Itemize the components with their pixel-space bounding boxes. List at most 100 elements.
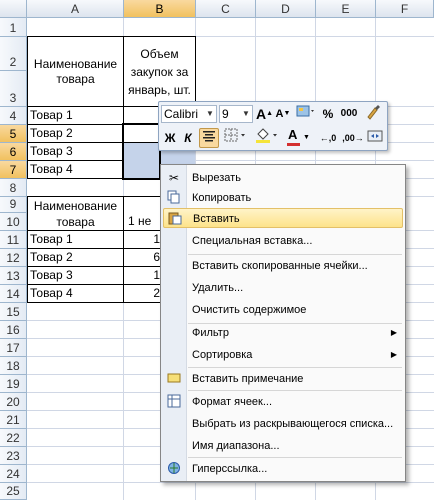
menu-item-label: Специальная вставка... — [192, 235, 313, 247]
row-header-19[interactable]: 19 — [0, 375, 27, 393]
row-header-9[interactable]: 9 — [0, 197, 27, 213]
row-header-1[interactable]: 1 — [0, 18, 27, 37]
row-header-17[interactable]: 17 — [0, 339, 27, 357]
row-header-14[interactable]: 14 — [0, 285, 27, 303]
row-header-22[interactable]: 22 — [0, 429, 27, 447]
menu-item-paste-special[interactable]: Специальная вставка... — [163, 231, 403, 251]
menu-item-cut[interactable]: ✂ Вырезать — [163, 168, 403, 188]
menu-item-copy[interactable]: Копировать — [163, 188, 403, 208]
row-header-24[interactable]: 24 — [0, 465, 27, 483]
column-header-c[interactable]: C — [196, 0, 256, 18]
column-header-e[interactable]: E — [316, 0, 376, 18]
table2-item[interactable]: Товар 1 — [27, 230, 124, 249]
row-header-5[interactable]: 5 — [0, 125, 27, 143]
menu-item-filter[interactable]: Фильтр ▶ — [163, 323, 403, 343]
shrink-font-button[interactable]: A▼ — [275, 104, 291, 124]
menu-item-label: Гиперссылка... — [192, 463, 268, 475]
row-header-8[interactable]: 8 — [0, 179, 27, 197]
row-header-6[interactable]: 6 — [0, 143, 27, 161]
menu-item-pick-list[interactable]: Выбрать из раскрывающегося списка... — [163, 414, 403, 434]
row-header-21[interactable]: 21 — [0, 411, 27, 429]
italic-button[interactable]: К — [180, 128, 196, 148]
menu-item-clear[interactable]: Очистить содержимое — [163, 300, 403, 320]
menu-separator — [188, 254, 402, 255]
comment-icon — [166, 371, 182, 387]
format-painter-button[interactable] — [363, 104, 383, 124]
column-header-d[interactable]: D — [256, 0, 316, 18]
format-button[interactable] — [294, 104, 318, 124]
row-header-16[interactable]: 16 — [0, 321, 27, 339]
grow-font-button[interactable]: A▲ — [256, 104, 273, 124]
grow-font-icon: A — [256, 106, 267, 122]
row-header-15[interactable]: 15 — [0, 303, 27, 321]
column-header-f[interactable]: F — [376, 0, 434, 18]
menu-separator — [188, 390, 402, 391]
row-header-18[interactable]: 18 — [0, 357, 27, 375]
table1-item[interactable]: Товар 2 — [27, 124, 124, 143]
table1-item[interactable]: Товар 4 — [27, 160, 124, 179]
table2-value-cell[interactable]: 6 — [123, 248, 163, 267]
menu-item-insert-comment[interactable]: Вставить примечание — [163, 369, 403, 389]
table2-value-cell[interactable]: 2 — [123, 284, 163, 303]
font-size-value: 9 — [222, 107, 229, 121]
table2-header-week: 1 не — [128, 214, 152, 228]
format-icon — [296, 105, 314, 117]
align-center-button[interactable] — [199, 128, 219, 148]
table1-item[interactable]: Товар 3 — [27, 142, 124, 161]
table2-value-cell[interactable]: 1 — [123, 266, 163, 285]
hyperlink-icon — [166, 461, 182, 477]
column-header-b[interactable]: B — [124, 0, 196, 18]
table1-item[interactable]: Товар 1 — [27, 106, 124, 125]
increase-decimal-button[interactable]: ←,0 — [317, 128, 339, 148]
thousands-button[interactable]: 000 — [339, 104, 359, 124]
row-header-10[interactable]: 10 — [0, 213, 27, 231]
decrease-decimal-button[interactable]: ,00→ — [341, 128, 365, 148]
menu-item-hyperlink[interactable]: Гиперссылка... — [163, 459, 403, 479]
chevron-down-icon[interactable]: ▼ — [205, 107, 215, 121]
borders-button[interactable] — [223, 128, 249, 148]
font-color-button[interactable]: A ▼ — [285, 127, 313, 148]
menu-separator — [188, 457, 402, 458]
table2-header-name[interactable]: Наименование товара — [27, 196, 124, 231]
table2-item[interactable]: Товар 2 — [27, 248, 124, 267]
row-header-13[interactable]: 13 — [0, 267, 27, 285]
row-header-25[interactable]: 25 — [0, 483, 27, 500]
menu-item-label: Вставить примечание — [192, 373, 304, 385]
row-header-23[interactable]: 23 — [0, 447, 27, 465]
format-painter-icon — [367, 105, 380, 120]
menu-item-paste[interactable]: Вставить — [163, 208, 403, 228]
table1-header-name[interactable]: Наименование товара — [27, 36, 124, 107]
row-header-20[interactable]: 20 — [0, 393, 27, 411]
chevron-down-icon[interactable]: ▼ — [241, 107, 251, 121]
menu-item-label: Выбрать из раскрывающегося списка... — [192, 418, 394, 430]
row-header-12[interactable]: 12 — [0, 249, 27, 267]
font-name-combo[interactable]: Calibri ▼ — [161, 105, 217, 123]
borders-icon — [224, 128, 245, 142]
menu-item-label: Вырезать — [192, 172, 241, 184]
row-header-2[interactable]: 2 — [0, 37, 27, 71]
table2-item[interactable]: Товар 3 — [27, 266, 124, 285]
submenu-arrow-icon: ▶ — [390, 328, 397, 337]
menu-item-insert-copied[interactable]: Вставить скопированные ячейки... — [163, 256, 403, 276]
row-header-4[interactable]: 4 — [0, 107, 27, 125]
select-all-corner[interactable] — [0, 0, 27, 18]
row-header-3[interactable]: 3 — [0, 71, 27, 107]
bold-button[interactable]: Ж — [162, 128, 178, 148]
merge-button[interactable] — [366, 128, 384, 148]
menu-item-sort[interactable]: Сортировка ▶ — [163, 345, 403, 365]
menu-item-format-cells[interactable]: Формат ячеек... — [163, 392, 403, 412]
font-size-combo[interactable]: 9 ▼ — [219, 105, 253, 123]
percent-button[interactable]: % — [321, 104, 335, 124]
fill-color-button[interactable] — [253, 128, 281, 148]
row-header-7[interactable]: 7 — [0, 161, 27, 179]
row-header-11[interactable]: 11 — [0, 231, 27, 249]
caret-down-icon: ▼ — [283, 110, 291, 117]
table2-item[interactable]: Товар 4 — [27, 284, 124, 303]
table2-value-cell[interactable]: 1 — [123, 230, 163, 249]
menu-item-delete[interactable]: Удалить... — [163, 278, 403, 298]
table1-header-volume[interactable]: Объем закупок за январь, шт. — [123, 36, 196, 107]
column-header-a[interactable]: A — [27, 0, 124, 18]
menu-item-name-range[interactable]: Имя диапазона... — [163, 436, 403, 456]
format-cells-icon — [166, 394, 182, 410]
table2-header-cell[interactable]: 1 не — [123, 196, 163, 231]
